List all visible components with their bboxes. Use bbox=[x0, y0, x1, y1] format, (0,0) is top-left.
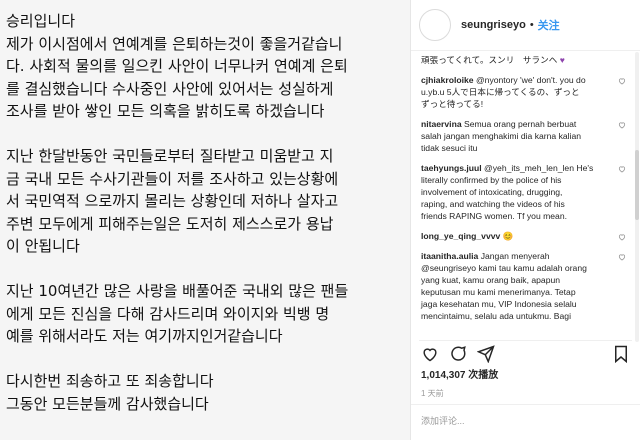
comment-line: friends RAPING women. Tf you mean. bbox=[421, 210, 632, 222]
post-text-line: 주변 모두에게 피해주는일은 도저히 제스스로가 용납 bbox=[6, 214, 334, 233]
username[interactable]: seungriseyo bbox=[461, 19, 526, 31]
comment-text: Semua orang pernah berbuat bbox=[464, 119, 577, 129]
post-text: 승리입니다제가 이시점에서 연예계를 은퇴하는것이 좋을거같습니다. 사회적 물… bbox=[6, 10, 402, 415]
comment-like-icon[interactable] bbox=[618, 164, 626, 173]
comment-like-icon[interactable] bbox=[618, 120, 626, 129]
comment-line: ずっと待ってる! bbox=[421, 98, 632, 110]
post-sidebar: 頑張ってくれて。スンリ サランヘ ♥ cjhiakroloike @nyonto… bbox=[410, 0, 640, 440]
comment-text: salah jangan menghakimi dia karna kalian bbox=[421, 131, 582, 141]
comment-text: literally confirmed by the police of his bbox=[421, 175, 562, 185]
comment: itaanitha.aulia Jangan menyerah @seungris… bbox=[421, 250, 632, 322]
comment-text: tidak sesuci itu bbox=[421, 143, 478, 153]
post-text-line: 를 결심했습니다 수사중인 사안에 있어서는 성실하게 bbox=[6, 79, 334, 98]
comment: nitaervina Semua orang pernah berbuat sal… bbox=[421, 118, 632, 154]
post-text-line: 다. 사회적 물의를 일으킨 사안이 너무나커 연예계 은퇴 bbox=[6, 57, 348, 75]
add-comment-input[interactable]: 添加评论... bbox=[411, 404, 640, 436]
post-time: 1 天前 bbox=[421, 389, 444, 398]
comment-line: u.yb.u 5人で日本に帰ってくるの、ずっと bbox=[421, 86, 632, 98]
action-bar bbox=[419, 340, 632, 367]
heart-icon[interactable] bbox=[419, 343, 441, 365]
comment-text: raping, and watching the videos of his bbox=[421, 199, 565, 209]
post-text-line: 조사를 받아 쌓인 모든 의혹을 밝히도록 하겠습니다 bbox=[6, 102, 325, 120]
comment-line: keputusan mu kami menerimanya. Tetap bbox=[421, 286, 632, 298]
comment-text: @yeh_its_meh_len_len He's bbox=[484, 163, 594, 173]
comment-text: 😊 bbox=[502, 231, 514, 241]
follow-button[interactable]: 关注 bbox=[538, 17, 560, 33]
post-text-line: 승리입니다 bbox=[6, 12, 76, 30]
comment-username[interactable]: taehyungs.juul bbox=[421, 163, 482, 173]
view-count-number: 1,014,307 bbox=[421, 370, 466, 381]
bookmark-icon[interactable] bbox=[610, 343, 632, 365]
comment-text: @nyontory 'we' don't. you do bbox=[475, 75, 586, 85]
comment-line: cjhiakroloike @nyontory 'we' don't. you … bbox=[421, 74, 632, 86]
comment-username[interactable]: long_ye_qing_vvvv bbox=[421, 231, 500, 241]
purple-heart-icon: ♥ bbox=[559, 55, 565, 65]
post-text-line bbox=[6, 348, 402, 371]
comment-text: yang kuat, kamu orang baik, apapun bbox=[421, 275, 561, 285]
comment-line: mencintaimu, selalu ada untukmu. Bagi bbox=[421, 310, 632, 322]
comment-line: taehyungs.juul @yeh_its_meh_len_len He's bbox=[421, 162, 632, 174]
comments-list[interactable]: 頑張ってくれて。スンリ サランヘ ♥ cjhiakroloike @nyonto… bbox=[411, 26, 640, 356]
comment-username[interactable]: nitaervina bbox=[421, 119, 462, 129]
comment-line: jaga kesehatan mu, VIP Indonesia selalu bbox=[421, 298, 632, 310]
post-text-line bbox=[6, 123, 402, 146]
comment-like-icon[interactable] bbox=[618, 232, 626, 241]
post-text-line: 제가 이시점에서 연예계를 은퇴하는것이 좋을거같습니 bbox=[6, 34, 343, 53]
comment-line: nitaervina Semua orang pernah berbuat bbox=[421, 118, 632, 130]
comment-partial: 頑張ってくれて。スンリ サランヘ ♥ bbox=[421, 54, 632, 66]
comment-text: Jangan menyerah bbox=[480, 251, 550, 261]
post-header: seungriseyo • 关注 bbox=[411, 0, 640, 51]
post-text-line: 지난 10여년간 많은 사랑을 배풀어준 국내외 많은 팬들 bbox=[6, 282, 349, 300]
post-text-line: 금 국내 모든 수사기관들이 저를 조사하고 있는상황에 bbox=[6, 169, 339, 188]
comment-text: involvement of intoxicating, drugging, bbox=[421, 187, 563, 197]
comment-text: 頑張ってくれて。スンリ サランヘ bbox=[421, 55, 558, 65]
post-text-line: 예를 위해서라도 저는 여기까지인거같습니다 bbox=[6, 327, 283, 345]
comment: long_ye_qing_vvvv 😊 bbox=[421, 230, 632, 242]
view-count-unit: 次播放 bbox=[468, 370, 499, 381]
comment-text: mencintaimu, selalu ada untukmu. Bagi bbox=[421, 311, 571, 321]
comment-line: itaanitha.aulia Jangan menyerah bbox=[421, 250, 632, 262]
comment-username[interactable]: cjhiakroloike bbox=[421, 75, 474, 85]
comment-line: tidak sesuci itu bbox=[421, 142, 632, 154]
comment-line: @seungriseyo kami tau kamu adalah orang bbox=[421, 262, 632, 274]
separator-dot: • bbox=[529, 19, 534, 31]
comment-like-icon[interactable] bbox=[618, 252, 626, 261]
view-count: 1,014,307 次播放 bbox=[421, 366, 498, 381]
post-text-line bbox=[6, 258, 402, 281]
avatar[interactable] bbox=[419, 9, 451, 41]
comment-line: long_ye_qing_vvvv 😊 bbox=[421, 230, 632, 242]
comment-text: friends RAPING women. Tf you mean. bbox=[421, 211, 567, 221]
comment-line: yang kuat, kamu orang baik, apapun bbox=[421, 274, 632, 286]
post-text-line: 에게 모든 진심을 다해 감사드리며 와이지와 빅뱅 명 bbox=[6, 304, 330, 323]
comment-like-icon[interactable] bbox=[618, 76, 626, 85]
comment: cjhiakroloike @nyontory 'we' don't. you … bbox=[421, 74, 632, 110]
comment-username[interactable]: itaanitha.aulia bbox=[421, 251, 478, 261]
share-icon[interactable] bbox=[475, 343, 497, 365]
comment-line: raping, and watching the videos of his bbox=[421, 198, 632, 210]
comment-line: salah jangan menghakimi dia karna kalian bbox=[421, 130, 632, 142]
comment-text: keputusan mu kami menerimanya. Tetap bbox=[421, 287, 576, 297]
comment-text: ずっと待ってる! bbox=[421, 99, 484, 109]
post-image: 승리입니다제가 이시점에서 연예계를 은퇴하는것이 좋을거같습니다. 사회적 물… bbox=[0, 0, 410, 440]
post-text-line: 서 국민역적 으로까지 몰리는 상황인데 저하나 살자고 bbox=[6, 192, 339, 210]
post-text-line: 다시한번 죄송하고 또 죄송합니다 bbox=[6, 372, 214, 390]
comment-text: jaga kesehatan mu, VIP Indonesia selalu bbox=[421, 299, 577, 309]
comment-line: involvement of intoxicating, drugging, bbox=[421, 186, 632, 198]
post-text-line: 그동안 모든분들께 감사했습니다 bbox=[6, 394, 209, 413]
comment-line: literally confirmed by the police of his bbox=[421, 174, 632, 186]
comment-icon[interactable] bbox=[447, 343, 469, 365]
scrollbar-thumb[interactable] bbox=[635, 150, 639, 220]
comment-text: @seungriseyo kami tau kamu adalah orang bbox=[421, 263, 587, 273]
comment-text: u.yb.u 5人で日本に帰ってくるの、ずっと bbox=[421, 87, 580, 97]
post-text-line: 지난 한달반동안 국민들로부터 질타받고 미움받고 지 bbox=[6, 147, 334, 165]
post-text-line: 이 안됩니다 bbox=[6, 237, 80, 255]
comment: taehyungs.juul @yeh_its_meh_len_len He's… bbox=[421, 162, 632, 222]
